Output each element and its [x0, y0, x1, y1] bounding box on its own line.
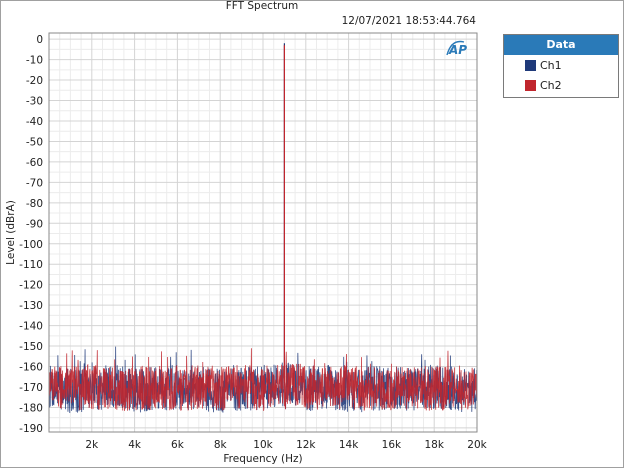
legend: Data Ch1 Ch2 [503, 34, 619, 98]
legend-label-ch2: Ch2 [540, 78, 562, 92]
y-tick-label: -190 [19, 423, 43, 435]
x-tick-label: 6k [171, 439, 185, 451]
y-tick-label: -50 [26, 136, 43, 148]
y-tick-label: -80 [26, 198, 43, 210]
y-tick-label: -160 [19, 362, 43, 374]
legend-item-ch1[interactable]: Ch1 [504, 55, 618, 75]
ap-logo-icon: AP [446, 40, 467, 57]
legend-item-ch2[interactable]: Ch2 [504, 75, 618, 95]
y-tick-label: -100 [19, 239, 43, 251]
x-tick-label: 2k [85, 439, 99, 451]
y-tick-label: -60 [26, 157, 43, 169]
y-tick-label: -90 [26, 218, 43, 230]
legend-header: Data [504, 35, 618, 55]
y-tick-label: -170 [19, 382, 43, 394]
y-tick-label: -40 [26, 116, 43, 128]
y-tick-label: -30 [26, 96, 43, 108]
x-tick-label: 10k [253, 439, 273, 451]
x-tick-label: 14k [339, 439, 359, 451]
svg-text:AP: AP [448, 43, 467, 57]
y-axis-label: Level (dBrA) [5, 200, 17, 265]
x-tick-label: 18k [424, 439, 444, 451]
y-tick-label: -140 [19, 321, 43, 333]
x-tick-label: 16k [382, 439, 402, 451]
legend-label-ch1: Ch1 [540, 58, 562, 72]
y-tick-label: -130 [19, 300, 43, 312]
y-tick-label: -70 [26, 177, 43, 189]
y-tick-label: -20 [26, 75, 43, 87]
y-tick-label: -150 [19, 341, 43, 353]
x-tick-label: 20k [467, 439, 487, 451]
y-tick-label: -10 [26, 55, 43, 67]
x-tick-label: 4k [128, 439, 142, 451]
y-tick-label: -110 [19, 259, 43, 271]
y-tick-label: -120 [19, 280, 43, 292]
x-axis-label: Frequency (Hz) [223, 453, 302, 465]
y-tick-label: -180 [19, 402, 43, 414]
ch1-swatch [525, 59, 536, 71]
y-tick-label: 0 [36, 34, 43, 46]
x-tick-label: 12k [296, 439, 316, 451]
x-tick-label: 8k [214, 439, 228, 451]
ch2-swatch [525, 79, 536, 91]
